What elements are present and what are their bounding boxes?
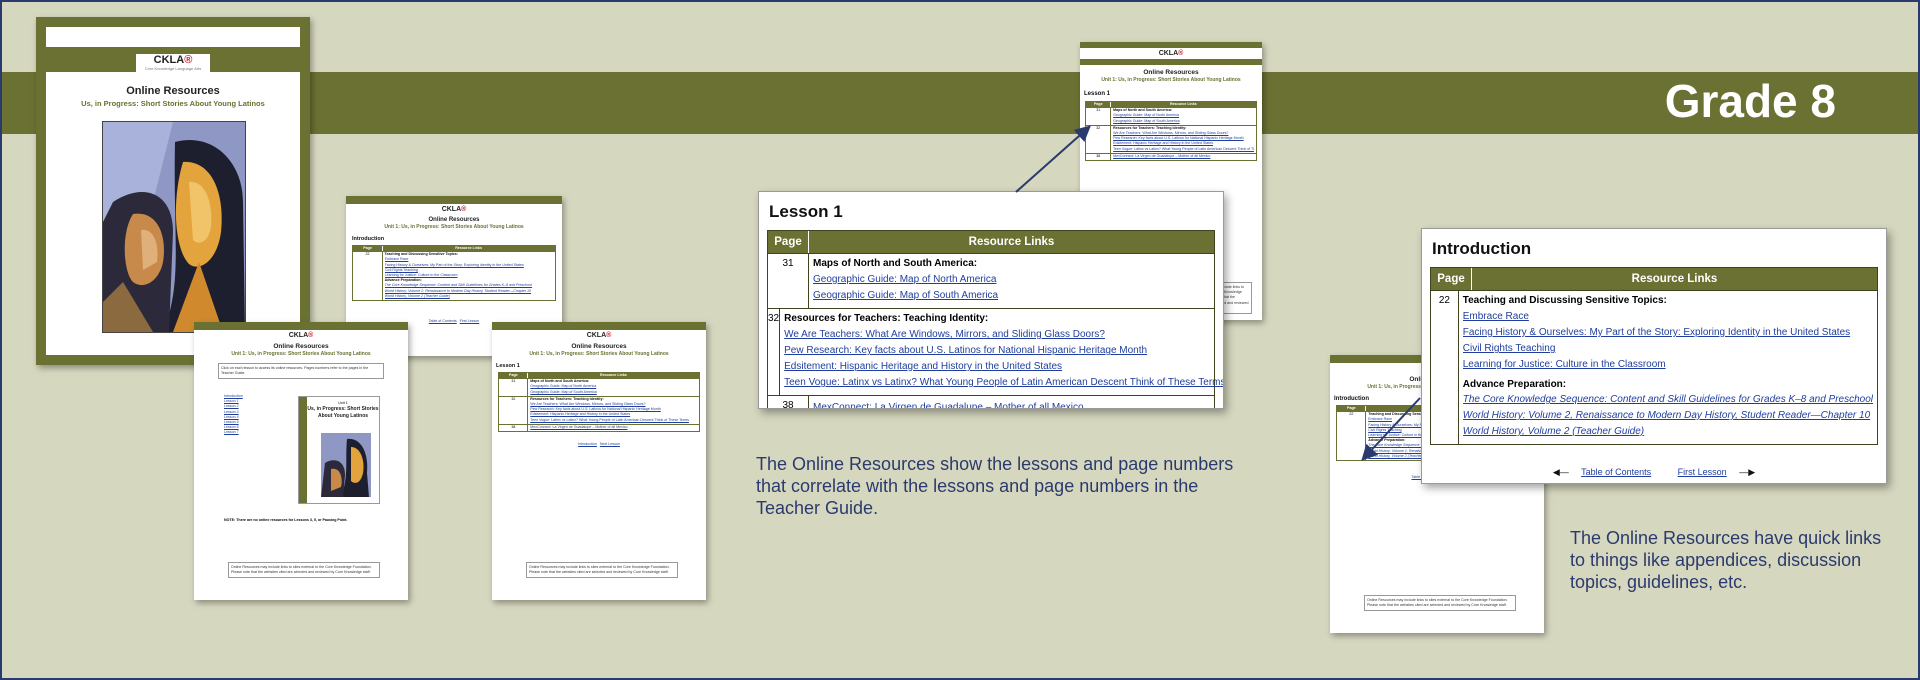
caption-right: The Online Resources have quick links to… — [1570, 528, 1882, 592]
caption-left: The Online Resources show the lessons an… — [756, 454, 1234, 518]
